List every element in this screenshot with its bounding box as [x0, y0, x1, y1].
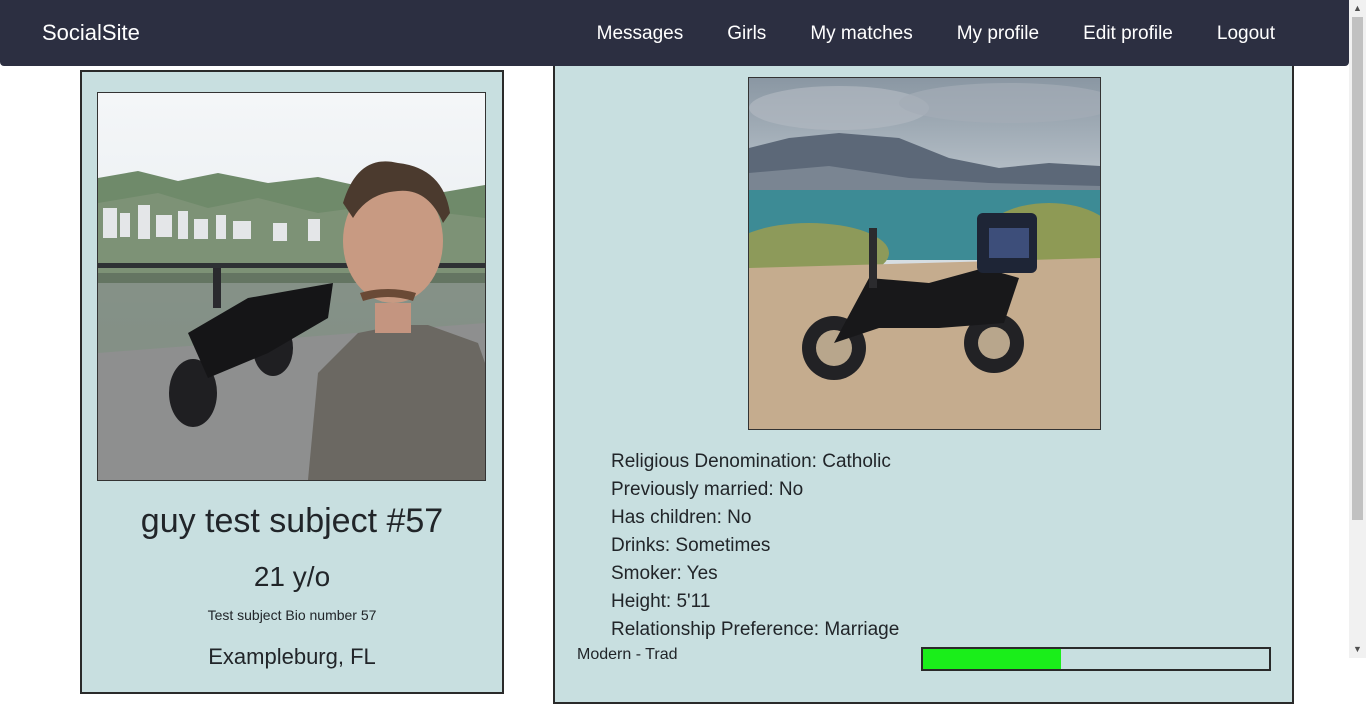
detail-has-children: Has children: No — [611, 507, 752, 528]
detail-height: Height: 5'11 — [611, 591, 711, 612]
nav-links: Messages Girls My matches My profile Edi… — [553, 22, 1275, 46]
detail-relationship-preference: Relationship Preference: Marriage — [611, 619, 900, 640]
detail-photo — [748, 77, 1101, 430]
nav-girls-link[interactable]: Girls — [727, 22, 766, 46]
detail-previously-married: Previously married: No — [611, 479, 804, 500]
profile-details-card: Religious Denomination: Catholic Previou… — [553, 60, 1294, 704]
detail-religion: Religious Denomination: Catholic — [611, 451, 891, 472]
nav-my-profile-link[interactable]: My profile — [957, 22, 1039, 46]
profile-detail-list: Religious Denomination: Catholic Previou… — [611, 448, 899, 644]
scrollbar-thumb[interactable] — [1352, 17, 1363, 520]
modern-trad-bar — [921, 647, 1271, 671]
nav-edit-profile-link[interactable]: Edit profile — [1083, 22, 1173, 46]
detail-drinks: Drinks: Sometimes — [611, 535, 771, 556]
scroll-down-arrow-icon[interactable]: ▼ — [1349, 641, 1366, 658]
page-scrollbar[interactable]: ▲ ▼ — [1349, 0, 1366, 658]
profile-bio: Test subject Bio number 57 — [207, 607, 377, 623]
profile-age: 21 y/o — [253, 561, 331, 592]
nav-my-matches-link[interactable]: My matches — [810, 22, 912, 46]
modern-trad-bar-fill — [923, 649, 1062, 669]
top-navbar: SocialSite Messages Girls My matches My … — [0, 0, 1349, 66]
profile-name: guy test subject #57 — [140, 502, 444, 540]
nav-logout-link[interactable]: Logout — [1217, 22, 1275, 46]
profile-photo — [97, 92, 486, 481]
modern-trad-label: Modern - Trad — [577, 646, 678, 663]
nav-messages-link[interactable]: Messages — [597, 22, 684, 46]
profile-card: guy test subject #57 21 y/o Test subject… — [80, 70, 504, 694]
brand-logo-link[interactable]: SocialSite — [42, 20, 140, 46]
profile-location: Exampleburg, FL — [208, 644, 376, 669]
detail-smoker: Smoker: Yes — [611, 563, 718, 584]
profile-photo-image — [98, 93, 485, 480]
detail-photo-image — [749, 78, 1100, 429]
scroll-up-arrow-icon[interactable]: ▲ — [1349, 0, 1366, 17]
